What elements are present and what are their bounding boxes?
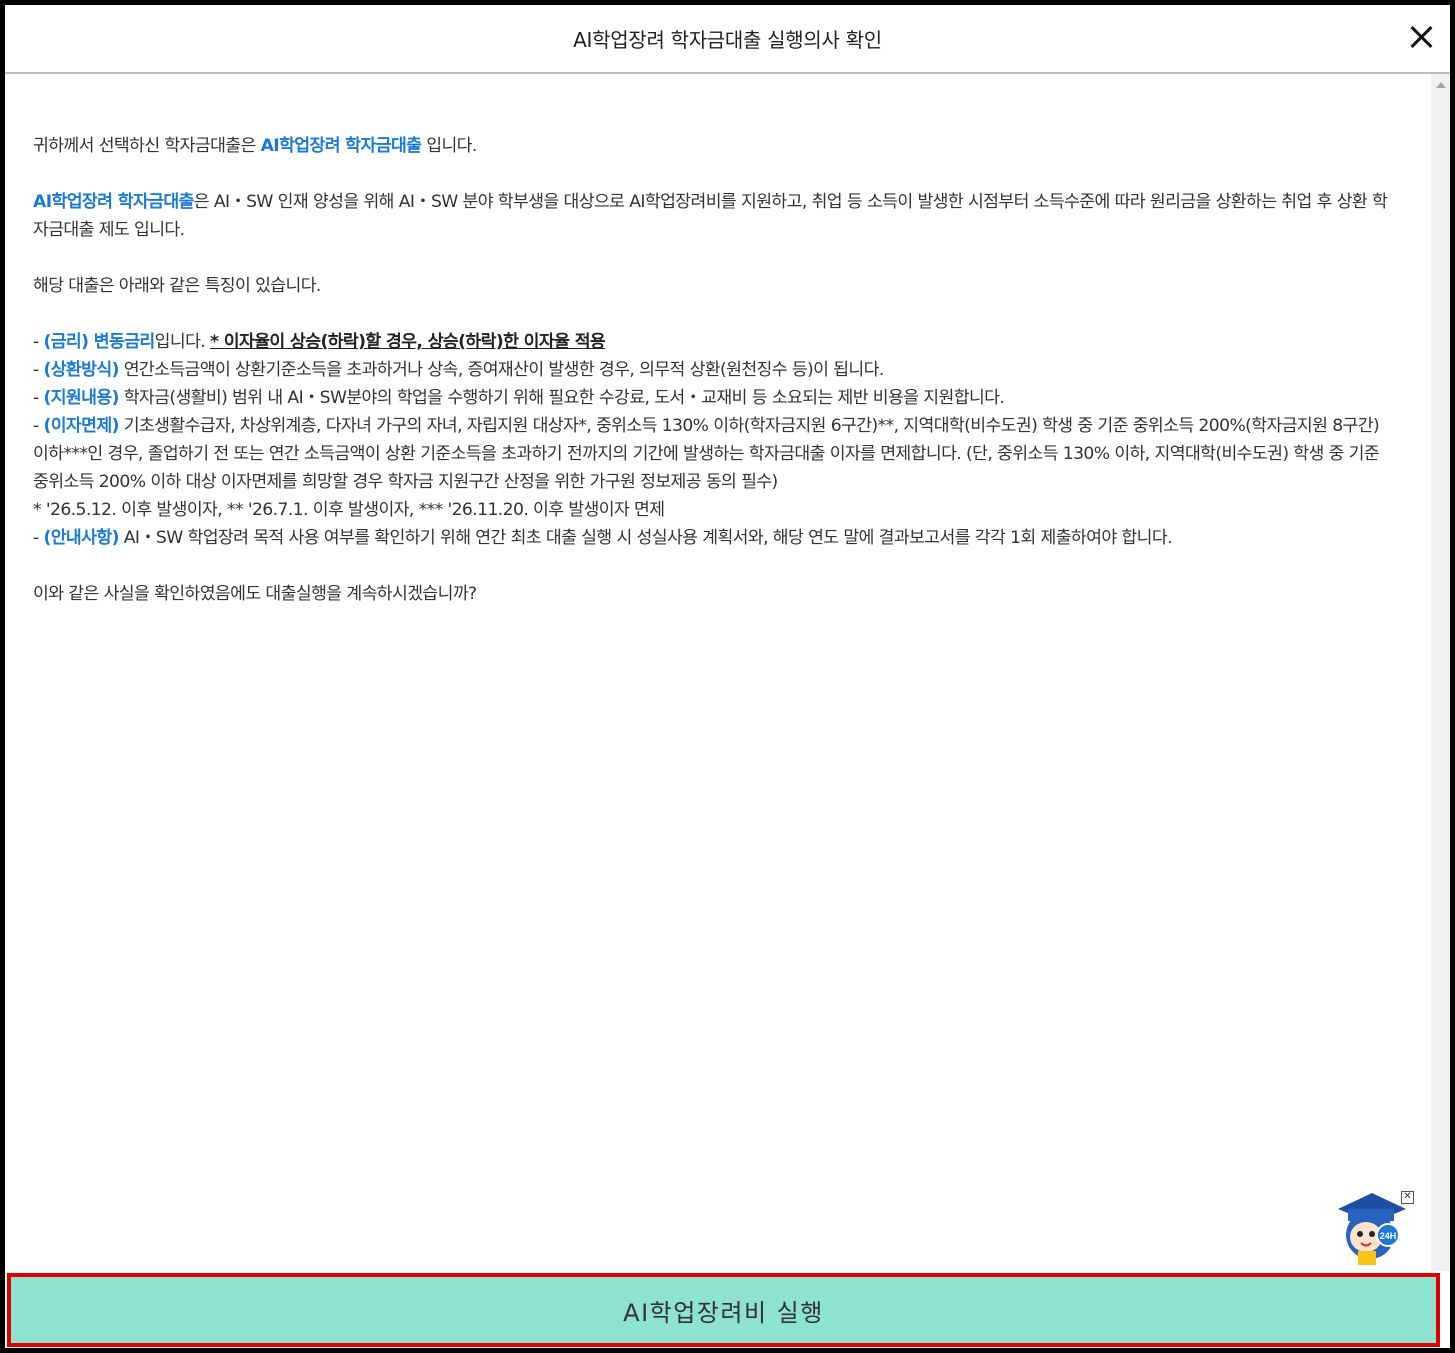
features-intro: 해당 대출은 아래와 같은 특징이 있습니다. bbox=[33, 276, 321, 296]
dialog-header: AI학업장려 학자금대출 실행의사 확인 bbox=[5, 5, 1450, 74]
dialog-body[interactable]: 귀하께서 선택하신 학자금대출은 AI학업장려 학자금대출 입니다. AI학업장… bbox=[5, 74, 1450, 1271]
scroll-thumb[interactable] bbox=[1433, 102, 1448, 1253]
feature-item-support: - (지원내용) 학자금(생활비) 범위 내 AI・SW분야의 학업을 수행하기… bbox=[33, 388, 1005, 408]
feature-item-interest-rate: - (금리) 변동금리입니다. * 이자율이 상승(하락)할 경우, 상승(하락… bbox=[33, 332, 606, 352]
confirm-question: 이와 같은 사실을 확인하였음에도 대출실행을 계속하시겠습니까? bbox=[33, 584, 477, 604]
chatbot-mascot-icon[interactable]: 24H bbox=[1330, 1187, 1410, 1267]
loan-name-highlight: AI학업장려 학자금대출 bbox=[260, 136, 422, 156]
description-paragraph: AI학업장려 학자금대출은 AI・SW 인재 양성을 위해 AI・SW 분야 학… bbox=[33, 192, 1388, 240]
rate-warning: * 이자율이 상승(하락)할 경우, 상승(하락)한 이자율 적용 bbox=[210, 332, 606, 352]
dialog-window: AI학업장려 학자금대출 실행의사 확인 귀하께서 선택하신 학자금대출은 AI… bbox=[0, 0, 1455, 1353]
mascot-badge: 24H bbox=[1380, 1231, 1397, 1241]
notice-content: 귀하께서 선택하신 학자금대출은 AI학업장려 학자금대출 입니다. AI학업장… bbox=[33, 132, 1398, 608]
close-icon[interactable] bbox=[1406, 22, 1436, 52]
vertical-scrollbar[interactable] bbox=[1431, 74, 1450, 1271]
feature-item-guide: - (안내사항) AI・SW 학업장려 목적 사용 여부를 확인하기 위해 연간… bbox=[33, 528, 1173, 548]
loan-name-highlight: AI학업장려 학자금대출 bbox=[33, 192, 194, 212]
scroll-up-arrow-icon[interactable] bbox=[1436, 82, 1446, 88]
execute-button[interactable]: AI학업장려비 실행 bbox=[7, 1273, 1440, 1347]
feature-item-repayment: - (상환방식) 연간소득금액이 상환기준소득을 초과하거나 상속, 증여재산이… bbox=[33, 360, 884, 380]
intro-paragraph: 귀하께서 선택하신 학자금대출은 AI학업장려 학자금대출 입니다. bbox=[33, 136, 477, 156]
execute-button-label: AI학업장려비 실행 bbox=[623, 1298, 824, 1327]
footnote: * '26.5.12. 이후 발생이자, ** '26.7.1. 이후 발생이자… bbox=[33, 500, 665, 520]
dialog-title: AI학업장려 학자금대출 실행의사 확인 bbox=[573, 28, 882, 52]
feature-item-interest-exemption: - (이자면제) 기초생활수급자, 차상위계층, 다자녀 가구의 자녀, 자립지… bbox=[33, 416, 1380, 492]
